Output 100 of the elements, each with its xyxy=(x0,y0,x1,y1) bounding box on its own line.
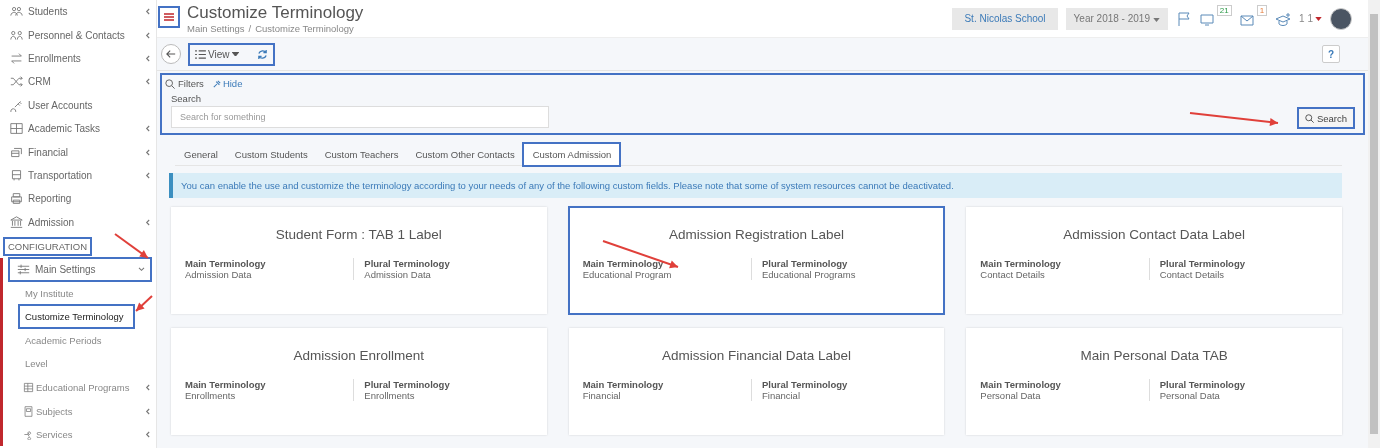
terminology-card[interactable]: Student Form : TAB 1 Label Main Terminology Admission Data Plural Terminology Admission Data xyxy=(171,207,547,314)
chevron-down-icon xyxy=(138,267,145,273)
sidebar-item[interactable]: Transportation xyxy=(0,163,156,188)
sliders-icon xyxy=(17,263,30,277)
field-label: Plural Terminology xyxy=(762,258,849,269)
submenu-item[interactable]: Services xyxy=(3,422,156,447)
chevron-left-icon xyxy=(145,171,150,179)
field-value: Financial xyxy=(582,390,622,401)
sidebar-item[interactable]: Financial xyxy=(0,140,156,164)
field-value: Admission Data xyxy=(364,269,432,280)
sidebar-item[interactable]: Personnel & Contacts xyxy=(0,23,156,47)
chevron-left-icon xyxy=(145,8,150,16)
field-value: Contact Details xyxy=(980,269,1046,280)
chevron-left-icon xyxy=(145,383,150,391)
field-label: Plural Terminology xyxy=(762,379,849,390)
breadcrumb-link[interactable]: Customize Terminology xyxy=(255,23,354,34)
caret-down-icon xyxy=(1152,18,1160,22)
search-icon xyxy=(165,78,175,89)
search-icon xyxy=(1304,113,1314,123)
submenu-item[interactable]: Subjects xyxy=(3,399,156,423)
chevron-left-icon xyxy=(145,125,150,133)
field-value: Educational Programs xyxy=(762,269,857,280)
tab[interactable]: Custom Other Contacts xyxy=(406,143,523,165)
submenu-item[interactable]: Level xyxy=(3,352,156,376)
chevron-left-icon xyxy=(145,31,150,39)
breadcrumb-separator: / xyxy=(248,23,252,34)
chevron-left-icon xyxy=(145,78,150,86)
refresh-icon[interactable] xyxy=(256,48,268,60)
sidebar-item[interactable]: User Accounts xyxy=(0,93,156,117)
annotation-arrow xyxy=(135,295,153,312)
field-value: Financial xyxy=(762,390,802,401)
terminology-card[interactable]: Main Personal Data TAB Main Terminology Personal Data Plural Terminology Personal Data xyxy=(966,328,1342,435)
field-value: Personal Data xyxy=(1159,390,1221,401)
tab[interactable]: Custom Teachers xyxy=(315,143,407,165)
arrow-left-icon xyxy=(166,49,176,59)
field-label: Plural Terminology xyxy=(1159,258,1246,269)
scrollbar[interactable] xyxy=(1368,0,1380,448)
document-icon xyxy=(23,405,34,417)
help-button[interactable]: ? xyxy=(1322,45,1340,63)
caret-down-icon[interactable] xyxy=(1315,16,1322,21)
sidebar-item[interactable]: Reporting xyxy=(0,187,156,211)
terminology-card[interactable]: Admission Registration Label Main Terminology Educational Program Plural Terminology Educational Programs xyxy=(568,207,945,314)
card-title: Admission Enrollment xyxy=(292,348,426,363)
chevron-left-icon xyxy=(145,218,150,226)
search-button[interactable]: Search xyxy=(1297,108,1354,128)
submenu-item[interactable]: Educational Programs xyxy=(3,375,156,400)
terminology-card[interactable]: Admission Financial Data Label Main Terminology Financial Plural Terminology Financial xyxy=(568,328,945,435)
menu-button[interactable] xyxy=(159,6,179,27)
printer-icon xyxy=(10,192,23,206)
field-label: Main Terminology xyxy=(582,258,665,269)
card-title: Admission Contact Data Label xyxy=(1062,227,1246,242)
sidebar-item[interactable]: Students xyxy=(0,0,156,24)
notification-badge: 21 xyxy=(1216,4,1232,16)
view-dropdown[interactable]: View xyxy=(195,48,239,60)
terminology-card[interactable]: Admission Contact Data Label Main Terminology Contact Details Plural Terminology Contact Details xyxy=(966,207,1342,314)
breadcrumb-link[interactable]: Main Settings xyxy=(187,23,245,34)
card-title: Admission Registration Label xyxy=(668,227,845,242)
sidebar-item[interactable]: Admission xyxy=(0,210,156,234)
list-icon xyxy=(195,49,206,59)
field-label: Main Terminology xyxy=(980,258,1062,269)
people-icon xyxy=(10,5,23,19)
field-label: Main Terminology xyxy=(185,379,267,390)
sidebar-item[interactable]: CRM xyxy=(0,70,156,94)
year-dropdown[interactable]: Year 2018 - 2019 xyxy=(1065,7,1168,30)
bank-icon xyxy=(10,215,23,229)
chevron-left-icon xyxy=(145,54,150,62)
submenu-item[interactable]: My Institute xyxy=(3,281,156,305)
arrows-icon xyxy=(10,51,23,65)
info-message: You can enable the use and customize the terminology according to your needs of any of the following custom fields. Please note that some of system resources cannot be deactivated. xyxy=(169,173,1342,198)
chevron-left-icon xyxy=(145,148,150,156)
user-menu[interactable]: 1 1 xyxy=(1299,13,1313,24)
sidebar-item[interactable]: Enrollments xyxy=(0,46,156,71)
submenu-item[interactable]: Academic Periods xyxy=(3,328,156,353)
field-label: Main Terminology xyxy=(980,379,1062,390)
field-label: Plural Terminology xyxy=(364,379,451,390)
field-label: Main Terminology xyxy=(582,379,665,390)
field-value: Educational Program xyxy=(582,269,673,280)
flag-icon[interactable] xyxy=(1175,10,1192,27)
terminology-card[interactable]: Admission Enrollment Main Terminology Enrollments Plural Terminology Enrollments xyxy=(171,328,547,435)
submenu-item[interactable]: Customize Terminology xyxy=(19,304,134,329)
sidebar-item[interactable]: Academic Tasks xyxy=(0,116,156,141)
field-value: Enrollments xyxy=(364,390,416,401)
table-icon xyxy=(23,381,34,393)
avatar[interactable] xyxy=(1330,7,1352,30)
search-field[interactable]: Search for something xyxy=(171,106,549,128)
grid-icon xyxy=(10,122,23,136)
field-label: Plural Terminology xyxy=(1159,379,1246,390)
back-button[interactable] xyxy=(161,44,181,64)
graduation-cap-icon[interactable] xyxy=(1275,10,1292,27)
tab[interactable]: Custom Students xyxy=(225,143,316,165)
tab[interactable]: Custom Admission xyxy=(522,143,621,166)
tab[interactable]: General xyxy=(175,143,226,165)
school-button[interactable]: St. Nicolas School xyxy=(952,7,1058,30)
notification-badge: 1 xyxy=(1256,4,1268,16)
hide-link[interactable]: Hide xyxy=(212,78,243,89)
filters-heading: Filters xyxy=(178,78,204,89)
chevron-left-icon xyxy=(145,407,150,415)
sidebar-item[interactable]: Main Settings xyxy=(9,257,151,282)
section-heading: CONFIGURATION xyxy=(4,237,91,255)
chevron-left-icon xyxy=(145,431,150,439)
